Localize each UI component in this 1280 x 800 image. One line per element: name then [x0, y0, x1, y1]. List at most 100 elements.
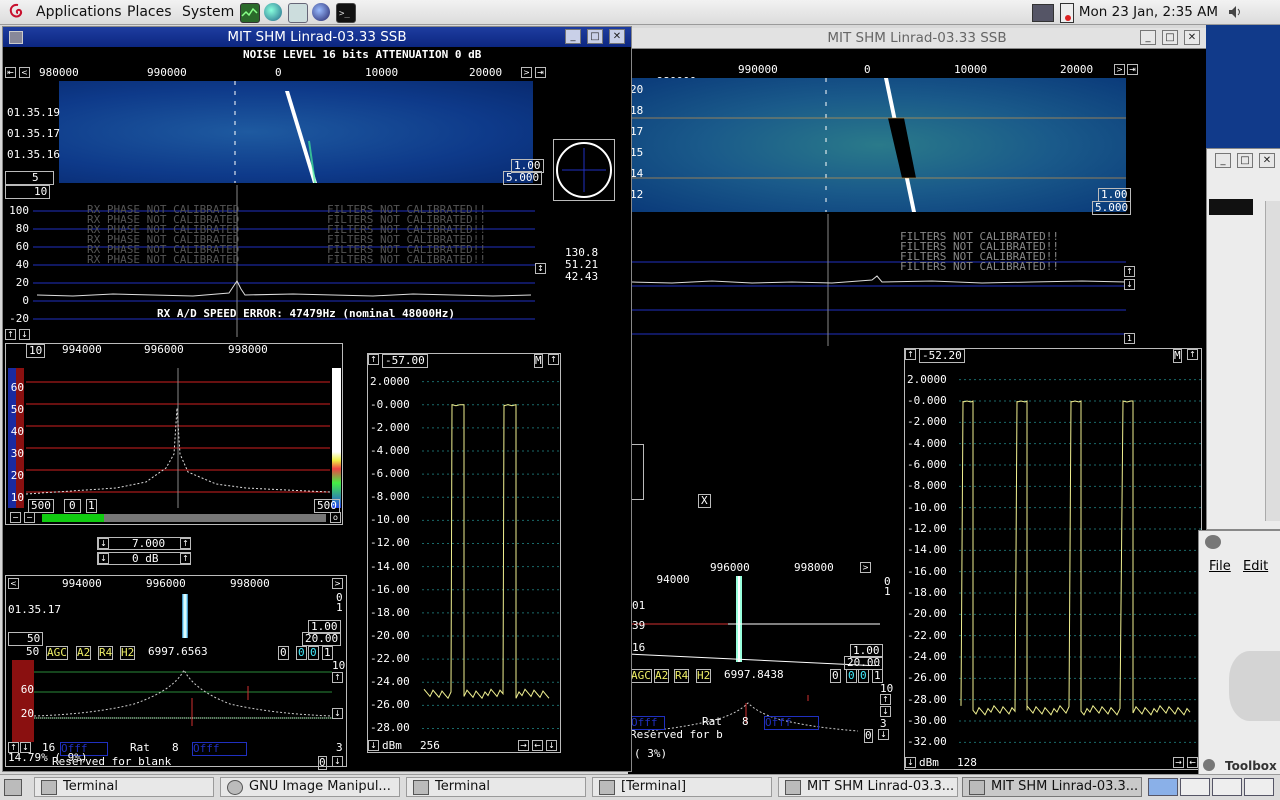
bfo-down-arrow[interactable]: ↓	[332, 708, 343, 719]
hires-left-arrow[interactable]: <	[8, 578, 19, 589]
bfo-frequency[interactable]: 6997.6563	[148, 646, 208, 658]
ctrl-value-2[interactable]: 0	[308, 646, 319, 660]
debian-logo-icon[interactable]	[9, 3, 25, 20]
bfo-box-right[interactable]: Offf	[764, 716, 819, 730]
r4-button[interactable]: R4	[674, 669, 690, 683]
spectrum-up-arrow[interactable]: ↑	[1124, 266, 1135, 277]
afc1-m-button[interactable]: M	[534, 354, 543, 368]
afc2-top-value[interactable]: -52.20	[919, 349, 965, 363]
ctrl-value-0[interactable]: 0	[830, 669, 841, 683]
menu-edit[interactable]: Edit	[1243, 559, 1268, 574]
menu-places[interactable]: Places	[127, 4, 172, 20]
ctrl-value-2[interactable]: 0	[858, 669, 869, 683]
battery-warning-icon[interactable]	[1060, 3, 1074, 23]
show-desktop-icon[interactable]	[4, 779, 22, 796]
network-icon[interactable]	[1032, 4, 1054, 22]
minimize-button[interactable]: _	[1215, 153, 1231, 168]
terminal-icon[interactable]: >_	[336, 3, 356, 23]
baseband-panel[interactable]: 10 994000 996000 998000 60 50 40 30 20 10 5…	[5, 343, 343, 525]
bfo-end-arrow[interactable]: ↓	[332, 756, 343, 767]
clock[interactable]: Mon 23 Jan, 2:35 AM	[1079, 4, 1218, 20]
bb-bottom-one[interactable]: 1	[86, 499, 97, 513]
afc1-right-arrow[interactable]: →	[518, 740, 529, 751]
afc1-down-arrow[interactable]: ↓	[368, 740, 379, 751]
afc2-left-arrow[interactable]: ←	[1187, 757, 1198, 768]
maximize-button[interactable]: □	[1162, 30, 1178, 45]
bb-level-slider[interactable]	[42, 514, 326, 522]
taskbar-item-linrad-2[interactable]: MIT SHM Linrad-03.3...	[962, 777, 1142, 797]
afc1-up-arrow[interactable]: ↑	[368, 354, 379, 365]
frequency-control[interactable]: ↓ 7.000 ↑	[97, 537, 191, 550]
main-waterfall[interactable]	[632, 78, 1126, 212]
web-browser-icon[interactable]	[312, 3, 330, 21]
freq-down-arrow[interactable]: ↓	[98, 538, 109, 549]
gain-down-arrow[interactable]: ↓	[98, 553, 109, 564]
ctrl-value-1[interactable]: 0	[846, 669, 857, 683]
ctrl-value-3[interactable]: 1	[322, 646, 333, 660]
spectrum-down-arrow[interactable]: ↓	[19, 329, 30, 340]
rat-value[interactable]: 8	[742, 716, 749, 728]
r4-button[interactable]: R4	[98, 646, 114, 660]
afc1-right-up-arrow[interactable]: ↑	[548, 354, 559, 365]
ctrl-value-0[interactable]: 0	[278, 646, 289, 660]
globe-icon[interactable]	[264, 3, 282, 21]
menu-file[interactable]: File	[1209, 559, 1231, 574]
volume-icon[interactable]	[1228, 5, 1242, 19]
spectrum-up-arrow[interactable]: ↑	[5, 329, 16, 340]
hires-zero-value[interactable]: 20.00	[844, 656, 884, 670]
afc2-down-arrow[interactable]: ↓	[905, 757, 916, 768]
hires-right-arrow[interactable]: >	[332, 578, 343, 589]
menu-applications[interactable]: Applications	[36, 4, 122, 20]
spectrum-side-arrow[interactable]: ↕	[535, 263, 546, 274]
mail-icon[interactable]	[288, 3, 308, 23]
main-waterfall[interactable]	[59, 81, 533, 183]
bfo-up-arrow[interactable]: ↑	[332, 672, 343, 683]
bb-o-button[interactable]: o	[330, 512, 341, 523]
waterfall-avg-value[interactable]: 5	[5, 171, 54, 185]
spectrum-avg-box[interactable]: 1	[1124, 333, 1135, 344]
afc-panel-1[interactable]: ↑ -57.00 M ↑ 2.0000 -0.000 -2.000 -4.000 -6.…	[367, 353, 561, 753]
afc1-top-value[interactable]: -57.00	[382, 354, 428, 368]
scrollbar[interactable]	[1265, 201, 1280, 521]
scale-left-end-arrow[interactable]: ⇤	[5, 67, 16, 78]
scale-right-arrow[interactable]: >	[1114, 64, 1125, 75]
bfo-down-arrow[interactable]: ↓	[880, 706, 891, 717]
bb-bottom-right[interactable]: 500	[314, 499, 340, 513]
polar-display[interactable]	[553, 139, 615, 201]
close-button[interactable]: ✕	[609, 29, 625, 44]
hires-panel[interactable]: < 994000 996000 998000 > 0 1 01.35.17 1.…	[5, 575, 347, 770]
toolbox-label[interactable]: Toolbox	[1225, 759, 1277, 773]
maximize-button[interactable]: □	[587, 29, 603, 44]
afc1-left-arrow[interactable]: ←	[532, 740, 543, 751]
bfo-zero-box[interactable]: 0	[864, 729, 873, 743]
scale-right-end-arrow[interactable]: ⇥	[1127, 64, 1138, 75]
taskbar-item-terminal-1[interactable]: Terminal	[34, 777, 214, 797]
close-button[interactable]: ✕	[1259, 153, 1275, 168]
spectrum-down-arrow[interactable]: ↓	[1124, 279, 1135, 290]
agc-button[interactable]: AGC	[630, 669, 652, 683]
taskbar-item-terminal-2[interactable]: Terminal	[406, 777, 586, 797]
bb-bottom-left[interactable]: 500	[28, 499, 54, 513]
waterfall-gain-value[interactable]: 1.00	[1098, 188, 1131, 202]
close-button[interactable]: ✕	[1184, 30, 1200, 45]
minimize-button[interactable]: _	[565, 29, 581, 44]
scale-right-arrow[interactable]: >	[521, 67, 532, 78]
a2-button[interactable]: A2	[654, 669, 670, 683]
afc2-right-up-arrow[interactable]: ↑	[1187, 349, 1198, 360]
window-2-titlebar[interactable]: MIT SHM Linrad-03.33 SSB _ □ ✕	[628, 28, 1206, 49]
workspace-2[interactable]	[1180, 778, 1210, 796]
gain-control[interactable]: ↓ 0 dB ↑	[97, 552, 191, 565]
afc-panel-2[interactable]: ↑ -52.20 M ↑ 2.0000 -0.000 -2.000 -4.000 -6.…	[904, 348, 1202, 770]
gain-value[interactable]: 0 dB	[132, 553, 159, 565]
ctrl-value-3[interactable]: 1	[872, 669, 883, 683]
ctrl-left-value[interactable]: 50	[26, 646, 39, 658]
bfo-end-arrow[interactable]: ↓	[878, 729, 889, 740]
hires-right-arrow[interactable]: >	[860, 562, 871, 573]
workspace-3[interactable]	[1212, 778, 1242, 796]
bfo-up-arrow[interactable]: ↑	[880, 694, 891, 705]
gain-up-arrow[interactable]: ↑	[180, 553, 191, 564]
bfo-zero-box[interactable]: 0	[318, 756, 327, 770]
workspace-switcher[interactable]	[1148, 778, 1276, 796]
system-monitor-icon[interactable]	[240, 3, 260, 23]
taskbar-item-gimp[interactable]: GNU Image Manipul...	[220, 777, 400, 797]
